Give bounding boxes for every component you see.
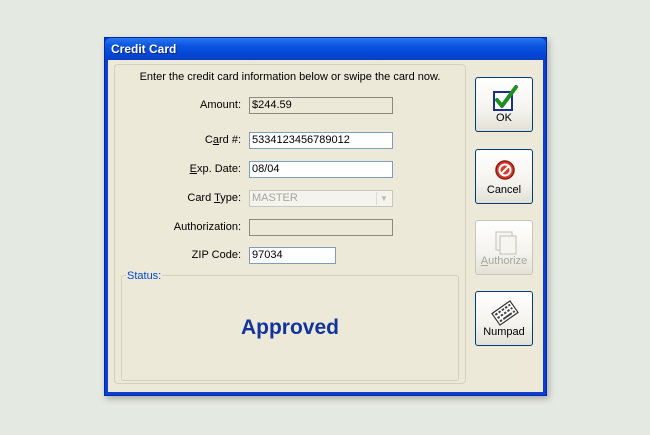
window-title: Credit Card bbox=[111, 42, 177, 56]
dialog-body: Enter the credit card information below … bbox=[108, 60, 543, 392]
no-entry-icon bbox=[495, 160, 515, 180]
title-bar[interactable]: Credit Card bbox=[105, 38, 546, 60]
authorization-field bbox=[249, 219, 393, 236]
exp-date-input[interactable]: 08/04 bbox=[249, 161, 393, 178]
ok-button[interactable]: OK bbox=[475, 77, 533, 132]
card-type-value: MASTER bbox=[252, 192, 298, 204]
numpad-label: Numpad bbox=[483, 326, 525, 338]
checkmark-icon bbox=[493, 85, 518, 111]
instruction-text: Enter the credit card information below … bbox=[139, 71, 441, 83]
authorize-button[interactable]: Authorize bbox=[475, 220, 533, 275]
amount-field: $244.59 bbox=[249, 97, 393, 114]
card-number-label: Card #: bbox=[204, 134, 241, 146]
numpad-button[interactable]: Numpad bbox=[475, 291, 533, 346]
ok-label: OK bbox=[496, 112, 512, 124]
status-group: Status: Approved bbox=[121, 270, 459, 381]
status-label: Status: bbox=[126, 270, 163, 282]
credit-card-dialog: Credit Card Enter the credit card inform… bbox=[104, 37, 547, 396]
chevron-down-icon[interactable]: ▼ bbox=[376, 192, 391, 205]
status-value: Approved bbox=[240, 316, 339, 339]
zip-code-input[interactable]: 97034 bbox=[249, 247, 336, 264]
card-stack-icon bbox=[495, 231, 517, 255]
cancel-label: Cancel bbox=[486, 184, 522, 196]
authorization-label: Authorization: bbox=[173, 221, 241, 233]
authorize-label: Authorize bbox=[480, 255, 528, 267]
card-info-panel: Enter the credit card information below … bbox=[114, 64, 466, 384]
card-number-input[interactable]: 5334123456789012 bbox=[249, 132, 393, 149]
exp-date-label: Exp. Date: bbox=[189, 163, 241, 175]
cancel-button[interactable]: Cancel bbox=[475, 149, 533, 204]
keypad-icon bbox=[491, 300, 519, 326]
card-type-label: Card Type: bbox=[187, 192, 241, 204]
amount-label: Amount: bbox=[200, 99, 241, 111]
zip-code-label: ZIP Code: bbox=[191, 249, 241, 261]
card-type-select[interactable]: MASTER ▼ bbox=[249, 190, 393, 207]
